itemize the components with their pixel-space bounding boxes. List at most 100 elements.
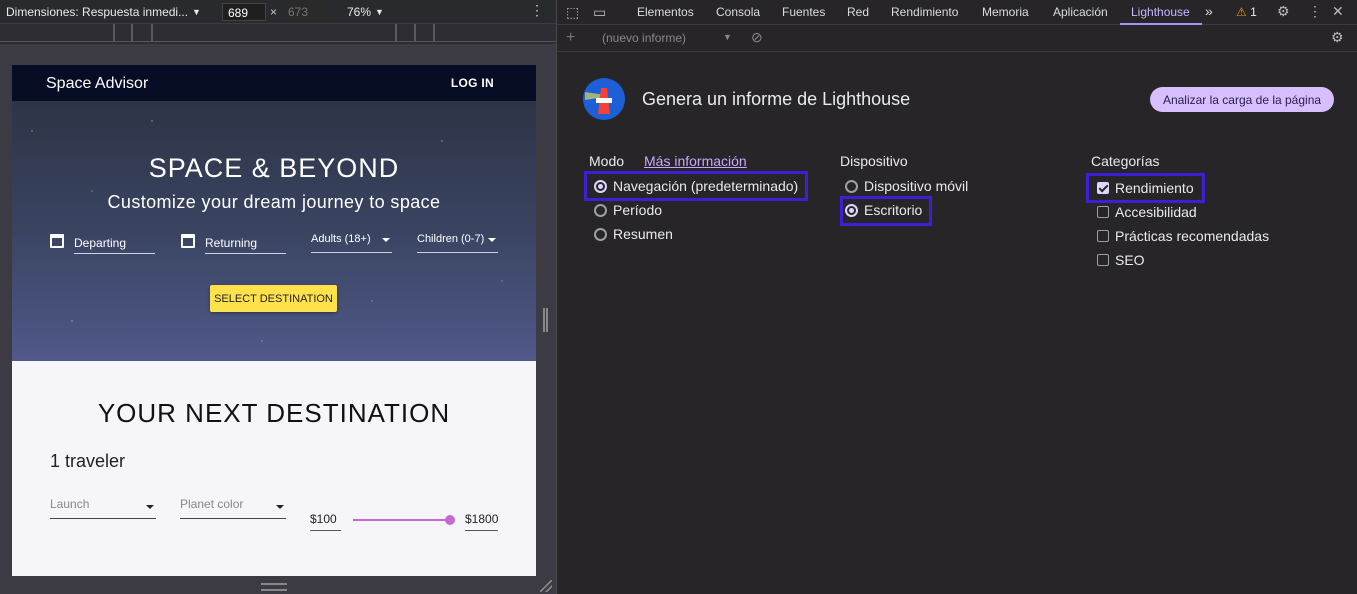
ruler-band [0, 24, 556, 42]
close-icon[interactable]: ✕ [1332, 3, 1344, 20]
checkbox-performance[interactable] [1097, 182, 1109, 194]
times-label: × [270, 5, 278, 19]
checkbox-accessibility[interactable] [1097, 206, 1109, 218]
category-accessibility[interactable]: Accesibilidad [1115, 204, 1197, 220]
tab-aplicacion[interactable]: Aplicación [1053, 5, 1108, 19]
chevron-down-icon [146, 505, 154, 509]
hero-section: SPACE & BEYOND Customize your dream jour… [12, 101, 536, 361]
chevron-down-icon[interactable]: ▼ [375, 7, 384, 17]
radio-snapshot[interactable] [594, 228, 607, 241]
mode-heading: Modo [589, 153, 625, 169]
price-slider-track[interactable] [353, 519, 450, 521]
chevron-down-icon[interactable]: ▼ [192, 7, 201, 17]
chevron-down-icon[interactable]: ▼ [723, 32, 732, 42]
gear-icon[interactable]: ⚙ [1331, 29, 1344, 46]
height-input[interactable]: 673 [283, 3, 327, 21]
resize-height-handle[interactable] [261, 583, 287, 591]
ruler-tick[interactable] [414, 24, 416, 42]
adults-label: Adults (18+) [311, 233, 371, 245]
returning-label: Returning [205, 236, 258, 250]
ruler-tick[interactable] [395, 24, 397, 42]
starfield-background [12, 101, 536, 361]
tab-rendimiento[interactable]: Rendimiento [891, 5, 958, 19]
children-select[interactable]: Children (0-7) [417, 233, 498, 253]
ruler-tick[interactable] [151, 24, 153, 42]
more-tabs-icon[interactable]: » [1205, 3, 1213, 19]
device-option-desktop[interactable]: Escritorio [864, 202, 922, 218]
launch-label: Launch [50, 497, 90, 511]
mode-option-snapshot[interactable]: Resumen [613, 226, 673, 242]
inspect-element-icon[interactable]: ⬚ [566, 4, 579, 21]
price-max-input[interactable]: $1800 [465, 512, 498, 531]
category-seo[interactable]: SEO [1115, 252, 1145, 268]
planet-color-select[interactable]: Planet color [180, 497, 286, 519]
chevron-down-icon [276, 505, 284, 509]
price-min-input[interactable]: $100 [310, 512, 341, 531]
tab-fuentes[interactable]: Fuentes [782, 5, 825, 19]
tab-lighthouse[interactable]: Lighthouse [1131, 5, 1190, 19]
hero-subtitle: Customize your dream journey to space [107, 192, 441, 212]
warning-icon: ⚠ [1236, 5, 1247, 19]
clear-icon[interactable]: ⊘ [751, 29, 763, 46]
children-label: Children (0-7) [417, 233, 485, 245]
app-bar: Space Advisor LOG IN [12, 65, 536, 101]
tab-elementos[interactable]: Elementos [637, 5, 694, 19]
traveler-count: 1 traveler [50, 451, 126, 471]
brand-title[interactable]: Space Advisor [46, 75, 148, 93]
ruler-tick[interactable] [113, 24, 115, 42]
planet-color-label: Planet color [180, 497, 244, 511]
dimensions-select[interactable]: Dimensiones: Respuesta inmedi... [6, 5, 188, 19]
lighthouse-toolbar: + (nuevo informe) ▼ ⊘ ⚙ [557, 26, 1357, 52]
select-destination-button[interactable]: SELECT DESTINATION [210, 285, 337, 312]
mode-option-period[interactable]: Período [613, 202, 662, 218]
returning-field[interactable]: Returning [205, 236, 286, 254]
report-select[interactable]: (nuevo informe) [602, 31, 686, 45]
checkbox-seo[interactable] [1097, 254, 1109, 266]
lighthouse-logo-icon [583, 78, 625, 120]
device-option-mobile[interactable]: Dispositivo móvil [864, 178, 968, 194]
tab-red[interactable]: Red [847, 5, 869, 19]
ruler-tick[interactable] [131, 24, 133, 42]
more-info-link[interactable]: Más información [644, 153, 747, 169]
radio-period[interactable] [594, 204, 607, 217]
chevron-down-icon [382, 238, 390, 242]
chevron-down-icon [488, 238, 496, 242]
lighthouse-band [596, 98, 612, 103]
analyze-page-load-button[interactable]: Analizar la carga de la página [1150, 87, 1334, 112]
calendar-icon[interactable] [181, 234, 195, 248]
device-toggle-icon[interactable]: ▭ [593, 4, 606, 21]
device-heading: Dispositivo [840, 153, 908, 169]
price-slider-thumb[interactable] [445, 515, 455, 525]
login-button[interactable]: LOG IN [451, 76, 494, 90]
plus-icon[interactable]: + [566, 29, 575, 47]
warnings-badge[interactable]: ⚠ 1 [1236, 5, 1257, 19]
hero-title: SPACE & BEYOND [148, 153, 400, 183]
resize-width-handle[interactable] [543, 308, 548, 332]
adults-select[interactable]: Adults (18+) [311, 233, 392, 253]
tab-consola[interactable]: Consola [716, 5, 760, 19]
launch-select[interactable]: Launch [50, 497, 156, 519]
calendar-icon[interactable] [50, 234, 64, 248]
more-options-icon[interactable]: ⋮ [530, 2, 544, 19]
category-performance[interactable]: Rendimiento [1115, 180, 1194, 196]
categories-heading: Categorías [1091, 153, 1160, 169]
zoom-select[interactable]: 76% [347, 5, 371, 19]
mode-option-navigation[interactable]: Navegación (predeterminado) [613, 178, 798, 194]
gear-icon[interactable]: ⚙ [1277, 3, 1290, 20]
radio-mobile[interactable] [845, 180, 858, 193]
device-toolbar: Dimensiones: Respuesta inmedi... ▼ 689 ×… [0, 0, 556, 24]
checkbox-best-practices[interactable] [1097, 230, 1109, 242]
more-options-icon[interactable]: ⋮ [1308, 3, 1322, 20]
resize-corner-handle[interactable] [540, 580, 552, 592]
section-title: YOUR NEXT DESTINATION [97, 398, 451, 428]
device-emulation-pane: Dimensiones: Respuesta inmedi... ▼ 689 ×… [0, 0, 556, 594]
lighthouse-title: Genera un informe de Lighthouse [642, 89, 911, 109]
radio-desktop[interactable] [845, 204, 858, 217]
category-best-practices[interactable]: Prácticas recomendadas [1115, 228, 1269, 244]
tab-memoria[interactable]: Memoria [982, 5, 1029, 19]
radio-navigation[interactable] [594, 180, 607, 193]
departing-field[interactable]: Departing [74, 236, 155, 254]
width-input[interactable]: 689 [222, 3, 266, 21]
ruler-tick[interactable] [433, 24, 435, 42]
warnings-count: 1 [1250, 5, 1257, 19]
